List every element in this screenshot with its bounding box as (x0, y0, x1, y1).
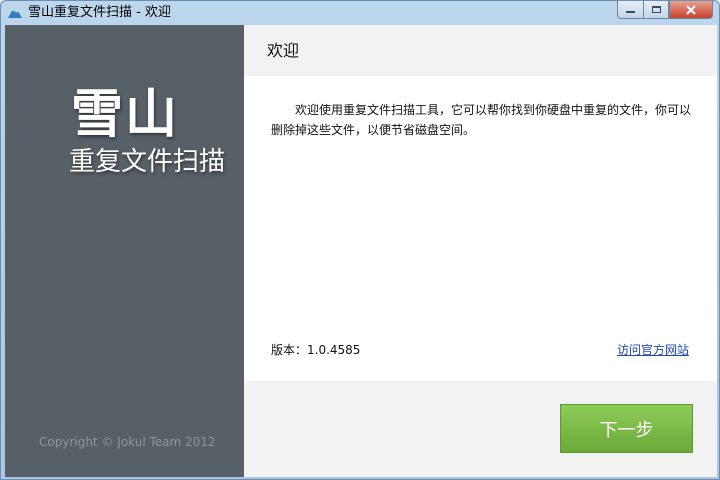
next-button[interactable]: 下一步 (560, 404, 693, 453)
intro-text: 欢迎使用重复文件扫描工具，它可以帮你找到你硬盘中重复的文件，你可以删除掉这些文件… (271, 103, 692, 137)
app-window: 雪山重复文件扫描 - 欢迎 雪山 重复文件扫描 Copyright © Joku… (0, 0, 720, 480)
window-title: 雪山重复文件扫描 - 欢迎 (28, 5, 171, 20)
minimize-icon (626, 11, 635, 13)
version-label: 版本：1.0.4585 (271, 343, 361, 357)
page-title: 欢迎 (267, 41, 300, 60)
close-button[interactable] (669, 1, 713, 19)
page-header: 欢迎 (244, 25, 717, 76)
title-bar[interactable]: 雪山重复文件扫描 - 欢迎 (1, 1, 719, 25)
logo-title: 雪山 (71, 85, 180, 145)
maximize-button[interactable] (643, 1, 669, 19)
content-area: 欢迎使用重复文件扫描工具，它可以帮你找到你硬盘中重复的文件，你可以删除掉这些文件… (244, 76, 717, 381)
logo-subtitle: 重复文件扫描 (69, 147, 226, 177)
button-bar: 下一步 (244, 381, 717, 477)
main-panel: 欢迎 欢迎使用重复文件扫描工具，它可以帮你找到你硬盘中重复的文件，你可以删除掉这… (244, 25, 717, 477)
snow-mountain-icon[interactable] (7, 5, 23, 21)
official-site-link[interactable]: 访问官方网站 (617, 341, 689, 358)
maximize-icon (651, 6, 661, 13)
window-controls (617, 1, 713, 19)
copyright-text: Copyright © Jokul Team 2012 (39, 435, 216, 449)
minimize-button[interactable] (617, 1, 643, 19)
sidebar: 雪山 重复文件扫描 Copyright © Jokul Team 2012 (5, 25, 244, 477)
close-icon (686, 4, 696, 15)
